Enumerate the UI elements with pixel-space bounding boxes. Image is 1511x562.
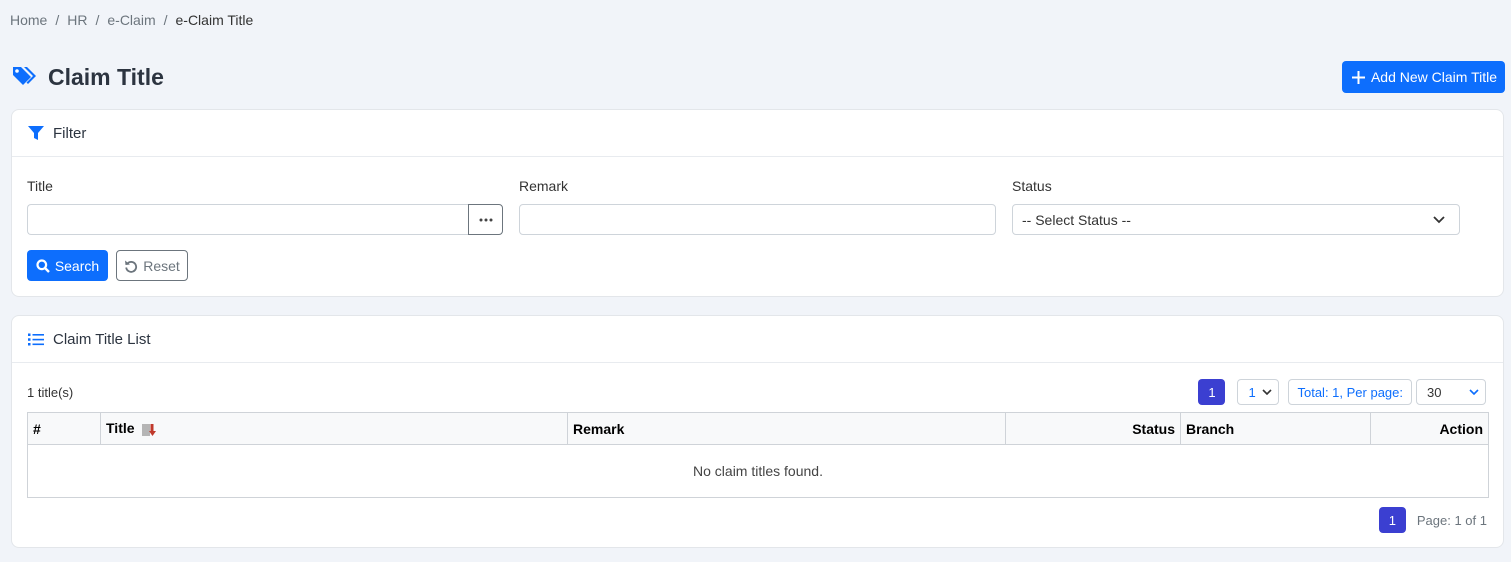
list-icon [28,333,44,345]
title-label: Title [27,178,53,194]
per-page-value: 30 [1427,384,1442,400]
page-header: Claim Title Add New Claim Title [12,61,1505,93]
column-header-status: Status [1005,412,1181,445]
remark-label: Remark [519,178,569,194]
claim-title-table: # Title Remark Status Branch Action No c… [27,412,1489,498]
bottom-pager: 1 Page: 1 of 1 [1378,507,1487,533]
page-select-value: 1 [1248,384,1256,400]
add-new-claim-title-button[interactable]: Add New Claim Title [1341,61,1505,93]
filter-buttons: Search Reset [27,250,188,281]
add-button-label: Add New Claim Title [1370,69,1497,85]
title-input[interactable] [27,204,468,235]
empty-table-message: No claim titles found. [27,444,1489,498]
page-button-active[interactable]: 1 [1198,379,1226,405]
breadcrumb-separator: / [95,12,100,28]
page-info: Page: 1 of 1 [1416,512,1487,528]
column-header-branch: Branch [1180,412,1371,445]
reset-button-label: Reset [143,257,180,274]
chevron-down-icon [1469,389,1479,395]
filter-fields: Title Remark Status -- Select Status -- [27,178,1488,235]
search-button-label: Search [54,257,100,274]
claim-title-list-card: Claim Title List 1 title(s) 1 1 Total: 1… [11,315,1504,548]
sort-desc-icon[interactable] [142,423,157,437]
status-label: Status [1012,178,1052,194]
title-lookup-button[interactable] [468,204,503,235]
breadcrumb-separator: / [55,12,60,28]
page-title-wrap: Claim Title [12,64,164,91]
status-field-group: Status -- Select Status -- [1012,178,1460,235]
breadcrumb-hr[interactable]: HR [67,12,87,28]
top-pager: 1 1 Total: 1, Per page: 30 [1198,379,1486,405]
page-title: Claim Title [48,63,164,90]
reset-button[interactable]: Reset [116,250,188,281]
filter-icon [28,125,44,140]
list-card-header: Claim Title List [12,316,1503,363]
plus-icon [1351,70,1365,84]
column-header-remark: Remark [567,412,1006,445]
total-per-page-label: Total: 1, Per page: [1288,379,1412,405]
remark-field-group: Remark [519,178,996,235]
breadcrumb-eclaim[interactable]: e-Claim [107,12,155,28]
undo-icon [125,260,138,273]
filter-card: Filter Title Remark Status -- Select Sta… [11,109,1504,297]
per-page-select[interactable]: 30 [1416,379,1486,405]
search-icon [36,258,50,273]
filter-heading: Filter [53,124,87,142]
remark-input[interactable] [519,204,996,235]
status-select[interactable]: -- Select Status -- [1012,204,1460,235]
table-header-row: # Title Remark Status Branch Action [27,412,1489,445]
status-selected-value: -- Select Status -- [1022,211,1131,228]
chevron-down-icon [1433,215,1445,223]
table-row: No claim titles found. [27,444,1489,498]
column-title-label: Title [106,420,135,437]
breadcrumb-separator: / [163,12,168,28]
column-header-title[interactable]: Title [100,412,568,445]
column-header-action: Action [1370,412,1489,445]
page-select[interactable]: 1 [1237,379,1280,405]
tags-icon [13,67,36,85]
breadcrumb: Home / HR / e-Claim / e-Claim Title [10,12,253,28]
page-button-active[interactable]: 1 [1378,507,1406,533]
title-input-group [27,204,503,235]
chevron-down-icon [1262,389,1273,395]
list-toolbar: 1 title(s) 1 1 Total: 1, Per page: 30 [27,379,1486,405]
breadcrumb-home[interactable]: Home [10,12,47,28]
ellipsis-icon [479,218,492,221]
title-field-group: Title [27,178,503,235]
filter-card-header: Filter [12,110,1503,157]
list-heading: Claim Title List [53,330,151,348]
search-button[interactable]: Search [27,250,108,281]
title-count: 1 title(s) [27,384,74,400]
column-header-number: # [27,412,101,445]
claim-title-table-wrap: # Title Remark Status Branch Action No c… [27,412,1489,498]
breadcrumb-current: e-Claim Title [175,12,254,28]
